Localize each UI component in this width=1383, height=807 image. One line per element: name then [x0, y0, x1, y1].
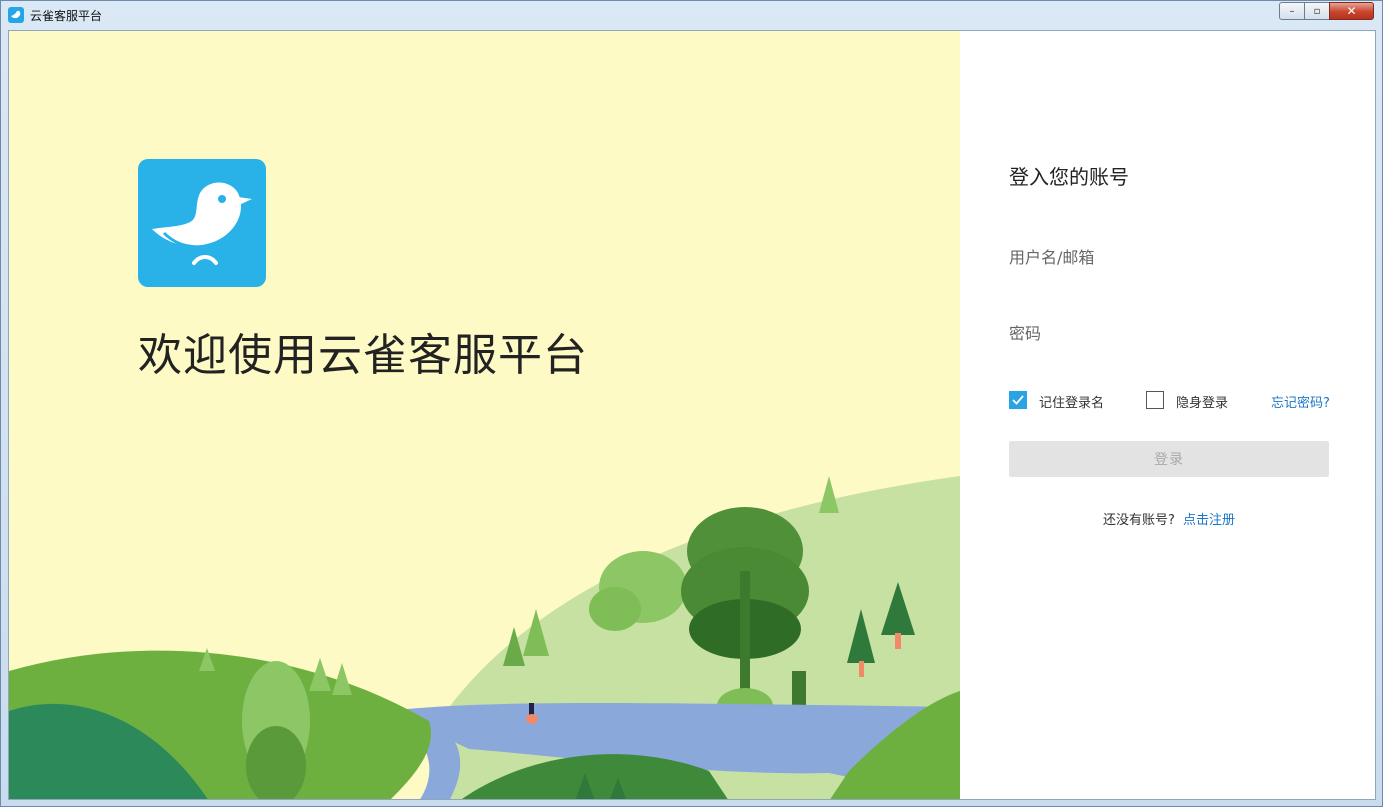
login-options: 记住登录名 隐身登录 忘记密码? [1009, 389, 1330, 413]
minimize-button[interactable]: – [1279, 2, 1305, 20]
register-row: 还没有账号? 点击注册 [1009, 509, 1329, 528]
checkmark-icon [1012, 395, 1024, 405]
app-logo [138, 159, 266, 287]
login-heading: 登入您的账号 [1009, 165, 1129, 189]
invisible-login-label[interactable]: 隐身登录 [1176, 392, 1228, 411]
remember-label[interactable]: 记住登录名 [1039, 392, 1104, 411]
password-input[interactable] [1009, 317, 1329, 349]
client-area: 欢迎使用云雀客服平台 登入您的账号 记住登录名 隐身登录 忘记密码? 登录 还没… [8, 30, 1376, 800]
welcome-title: 欢迎使用云雀客服平台 [138, 330, 588, 381]
remember-checkbox[interactable] [1009, 391, 1027, 409]
close-button[interactable]: ✕ [1329, 2, 1374, 20]
app-window: 云雀客服平台 – ▫ ✕ 欢迎使用云雀客服平台 登入您的账号 用户名/邮箱 记住… [0, 0, 1383, 807]
welcome-panel: 欢迎使用云雀客服平台 [9, 31, 960, 799]
window-title: 云雀客服平台 [30, 9, 103, 23]
invisible-login-checkbox[interactable] [1146, 391, 1164, 409]
landscape-illustration [9, 476, 960, 799]
register-link[interactable]: 点击注册 [1183, 513, 1235, 528]
username-input[interactable] [1009, 241, 1329, 273]
window-controls: – ▫ ✕ [1279, 2, 1374, 21]
no-account-text: 还没有账号? [1103, 513, 1175, 528]
bird-logo-icon [152, 182, 252, 265]
maximize-button[interactable]: ▫ [1304, 2, 1330, 20]
login-button[interactable]: 登录 [1009, 441, 1329, 477]
login-panel: 登入您的账号 记住登录名 隐身登录 忘记密码? 登录 还没有账号? 点击注册 [960, 31, 1375, 799]
forgot-password-link[interactable]: 忘记密码? [1271, 392, 1330, 411]
app-icon [8, 7, 24, 23]
title-bar[interactable]: 云雀客服平台 – ▫ ✕ [1, 1, 1382, 30]
